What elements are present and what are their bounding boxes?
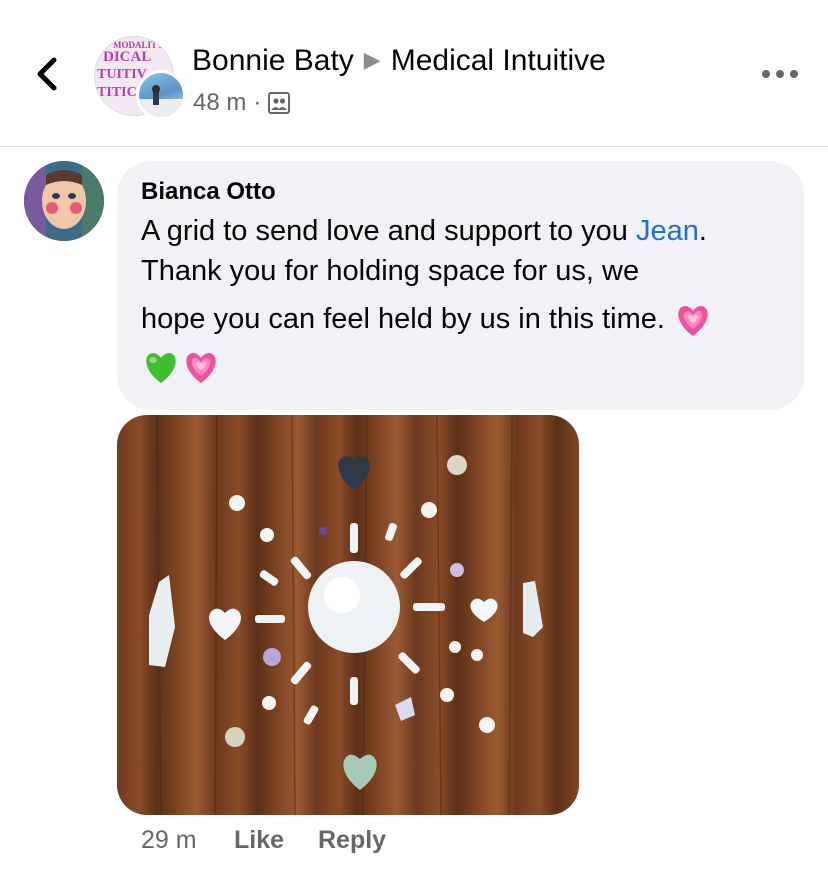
logo-text-2: DICAL (103, 49, 152, 65)
comment-text: A grid to send love and support to you J… (141, 211, 791, 386)
user-avatar-small (136, 70, 186, 120)
growing-heart-icon (678, 306, 708, 337)
arrow-right-icon: ▶ (363, 47, 381, 72)
post-title: Bonnie Baty ▶ Medical Intuitive (192, 44, 606, 78)
group-audience-icon (268, 92, 291, 114)
comment-text-part: A grid to send love and support to you (141, 215, 636, 247)
post-meta: 48 m · (193, 89, 291, 117)
group-avatar[interactable]: MODALITY DICAL TUITIV TITIC (94, 36, 186, 120)
growing-heart-icon (186, 352, 216, 383)
crystal-grid-photo[interactable] (117, 415, 579, 815)
comment-line-1: A grid to send love and support to you J… (141, 211, 791, 251)
comment-actions: 29 m Like Reply (141, 826, 386, 855)
meta-separator: · (253, 89, 262, 116)
reply-button[interactable]: Reply (318, 826, 386, 855)
green-heart-icon (146, 352, 176, 383)
comment-time[interactable]: 29 m (141, 826, 234, 855)
like-button[interactable]: Like (234, 826, 318, 855)
comment-line-4 (141, 345, 791, 385)
post-header: MODALITY DICAL TUITIV TITIC Bonnie Baty ▶… (0, 0, 828, 147)
comment-author[interactable]: Bianca Otto (141, 178, 276, 206)
author-name[interactable]: Bonnie Baty (192, 44, 354, 77)
comment-line-3-text: hope you can feel held by us in this tim… (141, 303, 665, 335)
commenter-avatar[interactable] (24, 161, 104, 241)
comment-line-2: Thank you for holding space for us, we (141, 255, 640, 287)
logo-text-4: TITIC (97, 85, 137, 100)
comment-text-period: . (698, 215, 707, 247)
group-name[interactable]: Medical Intuitive (391, 44, 606, 77)
mention-link[interactable]: Jean (636, 215, 699, 247)
back-arrow-icon[interactable] (30, 52, 66, 96)
post-time[interactable]: 48 m (193, 89, 246, 117)
comment-line-3: hope you can feel held by us in this tim… (141, 299, 791, 339)
more-options-icon[interactable] (760, 66, 800, 82)
